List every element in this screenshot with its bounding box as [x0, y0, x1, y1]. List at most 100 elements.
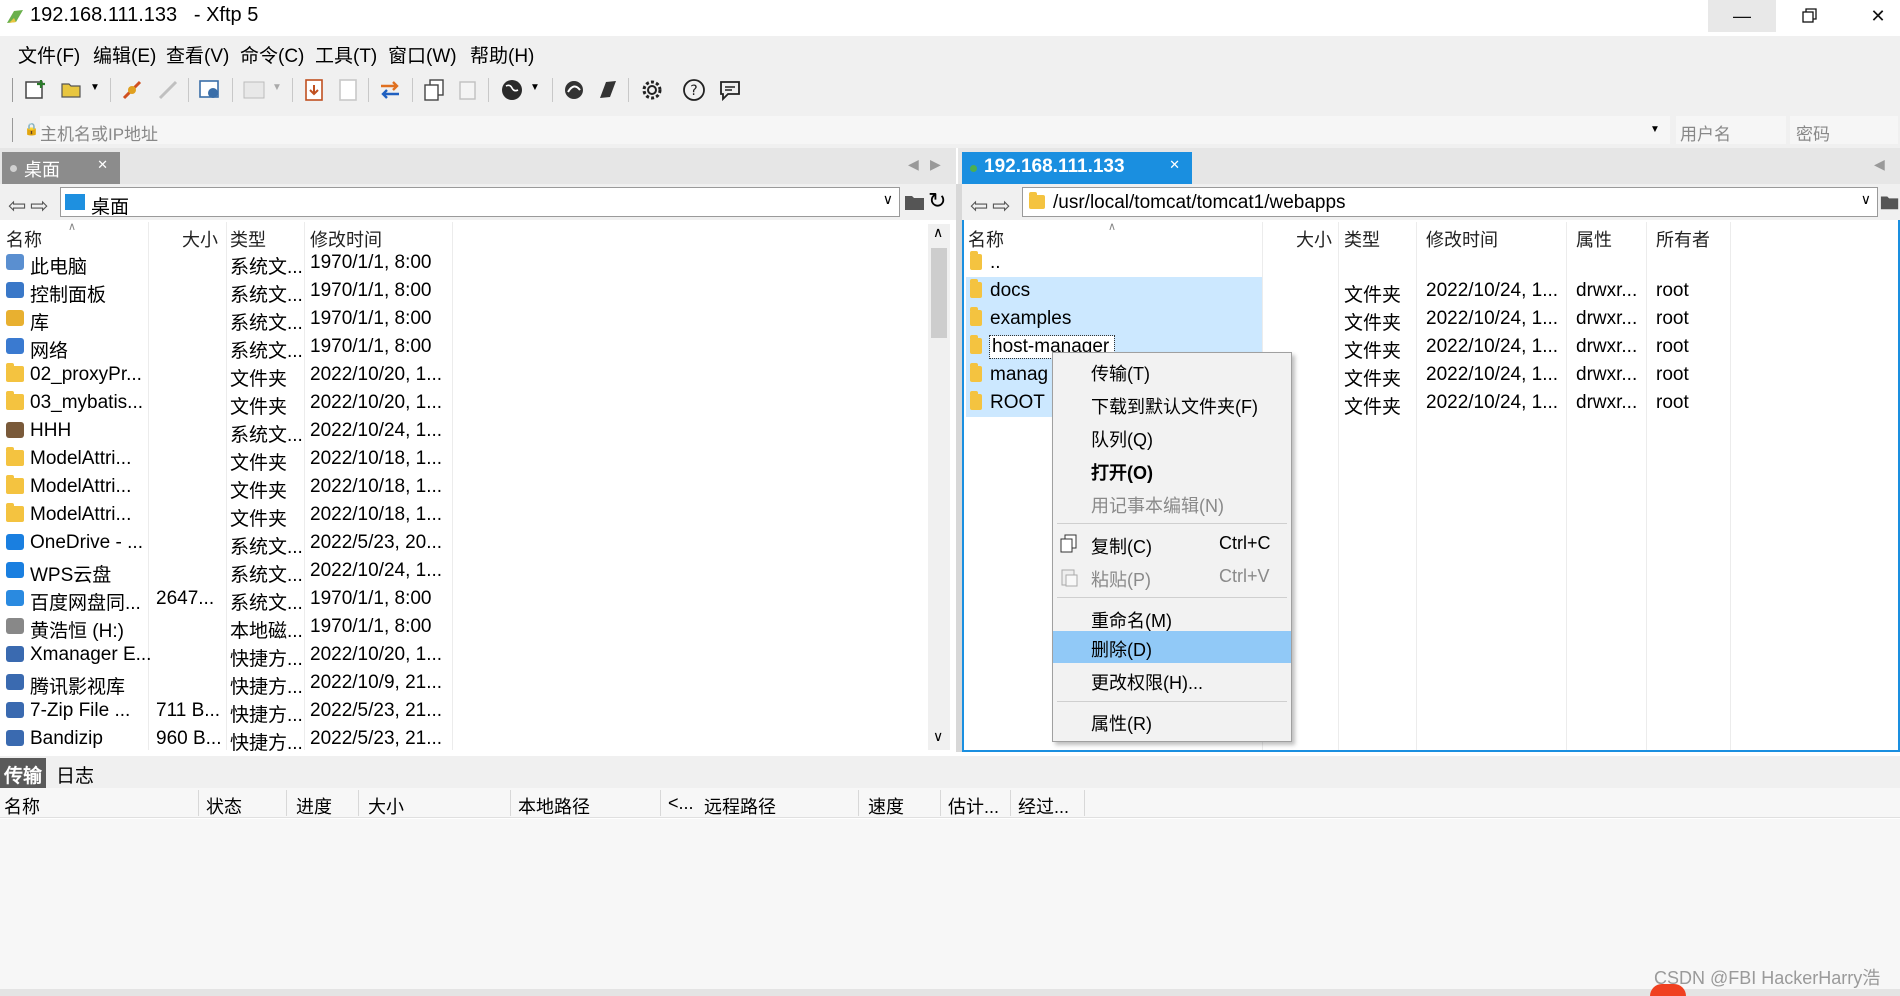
menu-item-change-permissions[interactable]: 更改权限(H)... [1053, 664, 1291, 696]
xshell-icon[interactable] [562, 78, 586, 102]
connect-icon[interactable] [120, 78, 144, 102]
host-input[interactable]: 主机名或IP地址 [40, 116, 1670, 144]
file-type: 文件夹 [1344, 341, 1402, 362]
scrollbar-thumb[interactable] [931, 248, 947, 338]
close-button[interactable]: ✕ [1844, 0, 1900, 32]
session-properties-icon[interactable] [198, 78, 222, 102]
col-status[interactable]: 状态 [206, 793, 242, 819]
back-arrow-icon[interactable]: ⇦ [8, 193, 26, 219]
table-row[interactable]: examples 文件夹 2022/10/24, 1... drwxr... root [964, 305, 1898, 334]
folder-icon [970, 279, 982, 298]
menu-item-rename[interactable]: 重命名(M) [1053, 602, 1291, 634]
path-dropdown-icon[interactable]: ∨ [1861, 191, 1871, 208]
tab-remote-session[interactable]: 192.168.111.133 ✕ [962, 152, 1192, 184]
forward-arrow-icon[interactable]: ⇨ [992, 193, 1010, 219]
table-row[interactable]: 库 系统文... 1970/1/1, 8:00 [0, 305, 926, 334]
table-row[interactable]: WPS云盘 系统文... 2022/10/24, 1... [0, 557, 926, 586]
open-dropdown-icon[interactable]: ▼ [90, 82, 100, 93]
globe-dropdown-icon[interactable]: ▼ [530, 82, 540, 93]
tab-local-desktop[interactable]: 桌面 ✕ [2, 152, 120, 184]
file-name: 黄浩恒 (H:) [30, 621, 124, 642]
tab-close-icon[interactable]: ✕ [97, 157, 108, 173]
menu-item-download-default[interactable]: 下载到默认文件夹(F) [1053, 388, 1291, 420]
table-row[interactable]: Xmanager E... 快捷方... 2022/10/20, 1... [0, 641, 926, 670]
menu-help[interactable]: 帮助(H) [470, 41, 534, 68]
refresh-icon[interactable]: ↻ [928, 188, 946, 214]
menu-item-properties[interactable]: 属性(R) [1053, 705, 1291, 737]
menu-item-open[interactable]: 打开(O) [1053, 454, 1291, 486]
table-row[interactable]: 网络 系统文... 1970/1/1, 8:00 [0, 333, 926, 362]
tabs-scroll-left-icon[interactable]: ◀ [1874, 156, 1885, 173]
menu-file[interactable]: 文件(F) [18, 41, 80, 68]
sync-icon[interactable] [378, 78, 402, 102]
table-row[interactable]: 7-Zip File ... 711 B... 快捷方... 2022/5/23, 2… [0, 697, 926, 726]
forward-arrow-icon[interactable]: ⇨ [30, 193, 48, 219]
col-elapsed[interactable]: 经过... [1018, 793, 1069, 819]
right-path-input[interactable]: /usr/local/tomcat/tomcat1/webapps ∨ [1022, 187, 1878, 217]
table-row[interactable]: docs 文件夹 2022/10/24, 1... drwxr... root [964, 277, 1898, 306]
username-input[interactable]: 用户名 [1676, 116, 1786, 144]
feedback-icon[interactable] [718, 78, 742, 102]
col-size[interactable]: 大小 [368, 793, 404, 819]
table-row[interactable]: 此电脑 系统文... 1970/1/1, 8:00 [0, 249, 926, 278]
tab-close-icon[interactable]: ✕ [1169, 157, 1180, 173]
tabs-scroll-right-icon[interactable]: ▶ [930, 156, 941, 173]
tab-transfers[interactable]: 传输 [0, 758, 46, 788]
table-row[interactable]: 腾讯影视库 快捷方... 2022/10/9, 21... [0, 669, 926, 698]
table-row[interactable]: 百度网盘同... 2647... 系统文... 1970/1/1, 8:00 [0, 585, 926, 614]
path-dropdown-icon[interactable]: ∨ [883, 191, 893, 208]
local-scrollbar[interactable]: ∧ ∨ [928, 224, 950, 750]
col-progress[interactable]: 进度 [296, 793, 332, 819]
table-row[interactable]: 03_mybatis... 文件夹 2022/10/20, 1... [0, 389, 926, 418]
table-row[interactable]: ModelAttri... 文件夹 2022/10/18, 1... [0, 473, 926, 502]
left-path-input[interactable]: 桌面 ∨ [60, 187, 900, 218]
menu-item-edit-notepad: 用记事本编辑(N) [1091, 496, 1224, 516]
open-folder-icon[interactable] [1880, 192, 1900, 212]
new-session-icon[interactable] [24, 78, 48, 102]
menu-edit[interactable]: 编辑(E) [93, 41, 156, 68]
back-arrow-icon[interactable]: ⇦ [970, 193, 988, 219]
globe-icon[interactable] [500, 78, 524, 102]
open-folder-icon[interactable] [904, 192, 926, 212]
col-local-path[interactable]: 本地路径 [518, 793, 590, 819]
folder-icon [970, 363, 982, 382]
copy-icon[interactable] [422, 78, 446, 102]
table-row[interactable]: 控制面板 系统文... 1970/1/1, 8:00 [0, 277, 926, 306]
menu-item-copy[interactable]: 复制(C) Ctrl+C [1053, 528, 1291, 560]
open-folder-icon[interactable] [60, 78, 84, 102]
menu-tools[interactable]: 工具(T) [315, 41, 377, 68]
col-name[interactable]: 名称 [4, 793, 40, 819]
table-row[interactable]: HHH 系统文... 2022/10/24, 1... [0, 417, 926, 446]
xftp-icon[interactable] [596, 78, 620, 102]
menu-view[interactable]: 查看(V) [166, 41, 229, 68]
col-remote-path[interactable]: 远程路径 [704, 793, 776, 819]
scroll-up-icon[interactable]: ∧ [933, 224, 943, 241]
folder-icon [1029, 192, 1045, 209]
col-speed[interactable]: 速度 [868, 793, 904, 819]
menu-item-delete[interactable]: 删除(D) [1053, 631, 1291, 663]
table-row[interactable]: ModelAttri... 文件夹 2022/10/18, 1... [0, 445, 926, 474]
settings-gear-icon[interactable] [640, 78, 664, 102]
folder-icon [970, 391, 982, 410]
table-row[interactable]: OneDrive - ... 系统文... 2022/5/23, 20... [0, 529, 926, 558]
table-row[interactable]: Bandizip 960 B... 快捷方... 2022/5/23, 21... [0, 725, 926, 754]
menu-command[interactable]: 命令(C) [240, 41, 304, 68]
password-input[interactable]: 密码 [1790, 116, 1898, 144]
scroll-down-icon[interactable]: ∨ [933, 728, 943, 745]
table-row[interactable]: ModelAttri... 文件夹 2022/10/18, 1... [0, 501, 926, 530]
menu-item-transfer[interactable]: 传输(T) [1053, 355, 1291, 387]
tab-log[interactable]: 日志 [56, 761, 94, 788]
table-row[interactable]: 黄浩恒 (H:) 本地磁... 1970/1/1, 8:00 [0, 613, 926, 642]
col-estimated[interactable]: 估计... [948, 793, 999, 819]
help-icon[interactable]: ? [682, 78, 706, 102]
restore-button[interactable] [1776, 0, 1844, 32]
download-icon[interactable] [302, 78, 326, 102]
menu-window[interactable]: 窗口(W) [388, 41, 457, 68]
table-row[interactable]: .. [964, 249, 1898, 277]
tabs-scroll-left-icon[interactable]: ◀ [908, 156, 919, 173]
col-direction[interactable]: <... [668, 793, 694, 814]
host-dropdown-icon[interactable]: ▼ [1650, 124, 1660, 135]
menu-item-queue[interactable]: 队列(Q) [1053, 421, 1291, 453]
minimize-button[interactable]: — [1708, 0, 1776, 32]
table-row[interactable]: 02_proxyPr... 文件夹 2022/10/20, 1... [0, 361, 926, 390]
